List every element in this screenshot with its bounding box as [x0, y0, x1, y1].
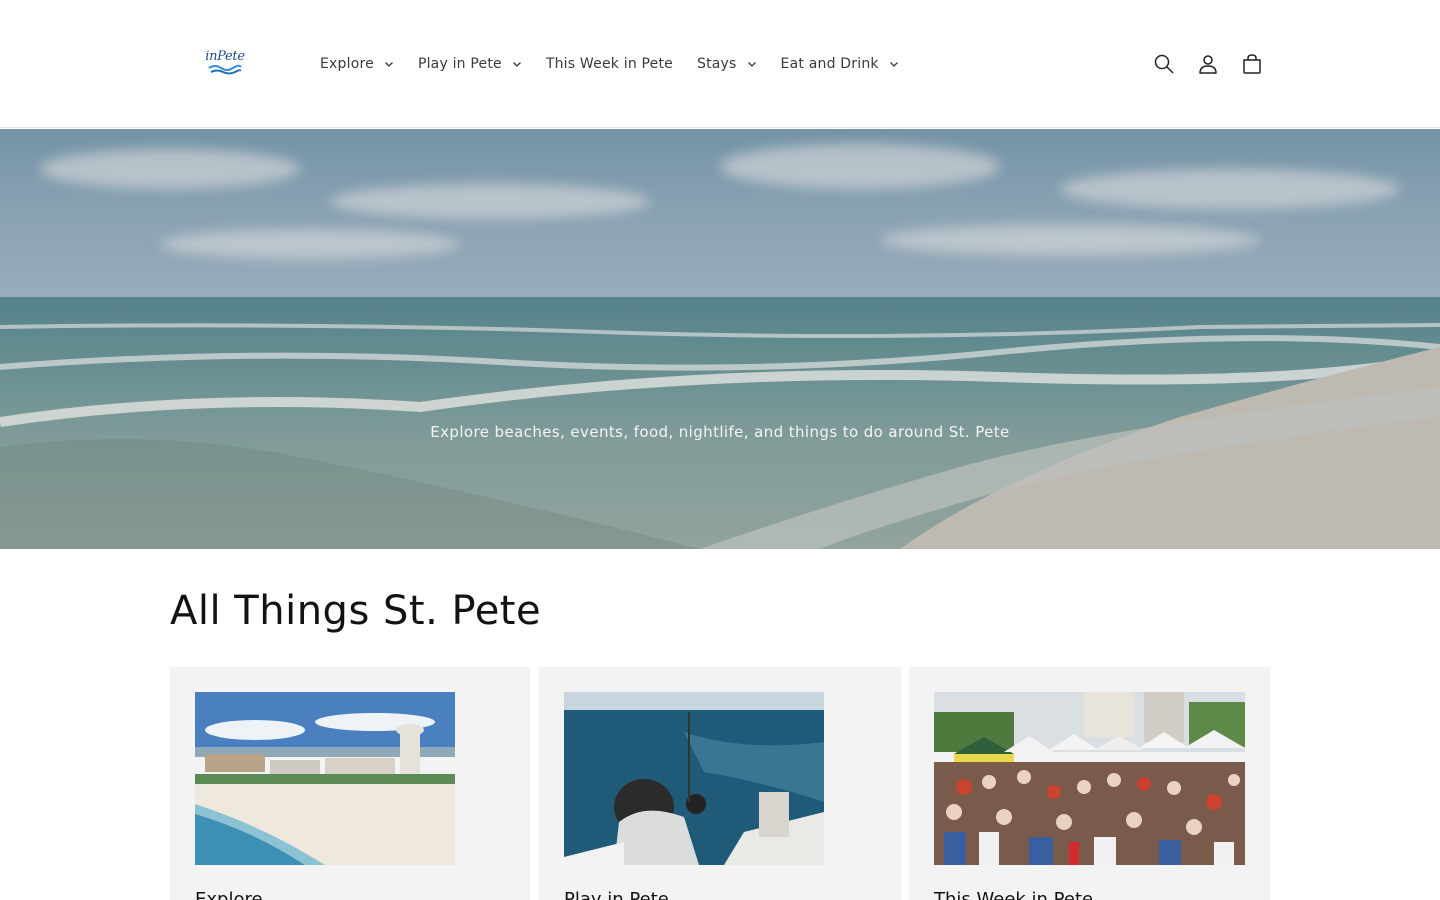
nav-item-stays[interactable]: Stays: [685, 48, 769, 80]
hero-banner: Explore beaches, events, food, nightlife…: [0, 129, 1440, 549]
hero-overlay: [0, 129, 1440, 549]
nav-item-eat-and-drink[interactable]: Eat and Drink: [769, 48, 911, 80]
header-actions: [1142, 42, 1274, 86]
beach-resort-image: [195, 692, 455, 865]
card-title: This Week in Pete: [934, 889, 1094, 900]
logo-waves-icon: [208, 64, 242, 75]
account-button[interactable]: [1186, 42, 1230, 86]
chevron-down-icon: [384, 62, 393, 67]
nav-item-label: Explore: [320, 56, 374, 72]
cart-button[interactable]: [1230, 42, 1274, 86]
card-image: [564, 692, 824, 865]
search-icon: [1154, 54, 1174, 74]
collection-card-this-week-in-pete[interactable]: This Week in Pete: [909, 667, 1270, 900]
nav-item-this-week-in-pete[interactable]: This Week in Pete: [534, 48, 685, 80]
collection-card-play-in-pete[interactable]: Play in Pete: [539, 667, 901, 900]
nav-item-play-in-pete[interactable]: Play in Pete: [406, 48, 534, 80]
market-crowd-image: [934, 692, 1245, 865]
card-image: [934, 692, 1245, 865]
chevron-down-icon: [747, 62, 756, 67]
search-button[interactable]: [1142, 42, 1186, 86]
nav-item-label: Eat and Drink: [780, 56, 879, 72]
site-logo[interactable]: inPete: [196, 36, 254, 90]
card-title: Explore: [195, 889, 263, 900]
card-title: Play in Pete: [564, 889, 669, 900]
chevron-down-icon: [512, 62, 521, 67]
nav-item-label: Stays: [697, 56, 737, 72]
cart-icon: [1243, 54, 1261, 74]
nav-item-label: This Week in Pete: [545, 56, 673, 72]
main-nav: Explore Play in Pete This Week in Pete S…: [308, 48, 911, 80]
collection-card-explore[interactable]: Explore: [170, 667, 530, 900]
hero-subtitle: Explore beaches, events, food, nightlife…: [430, 423, 1010, 441]
logo-text: inPete: [205, 49, 245, 64]
nav-item-label: Play in Pete: [417, 56, 502, 72]
card-image: [195, 692, 455, 865]
site-header: inPete Explore Play in Pete This Week in…: [0, 0, 1440, 128]
section-title: All Things St. Pete: [170, 588, 542, 634]
account-icon: [1199, 55, 1217, 74]
fishing-boat-image: [564, 692, 824, 865]
chevron-down-icon: [889, 62, 898, 67]
nav-item-explore[interactable]: Explore: [308, 48, 406, 80]
